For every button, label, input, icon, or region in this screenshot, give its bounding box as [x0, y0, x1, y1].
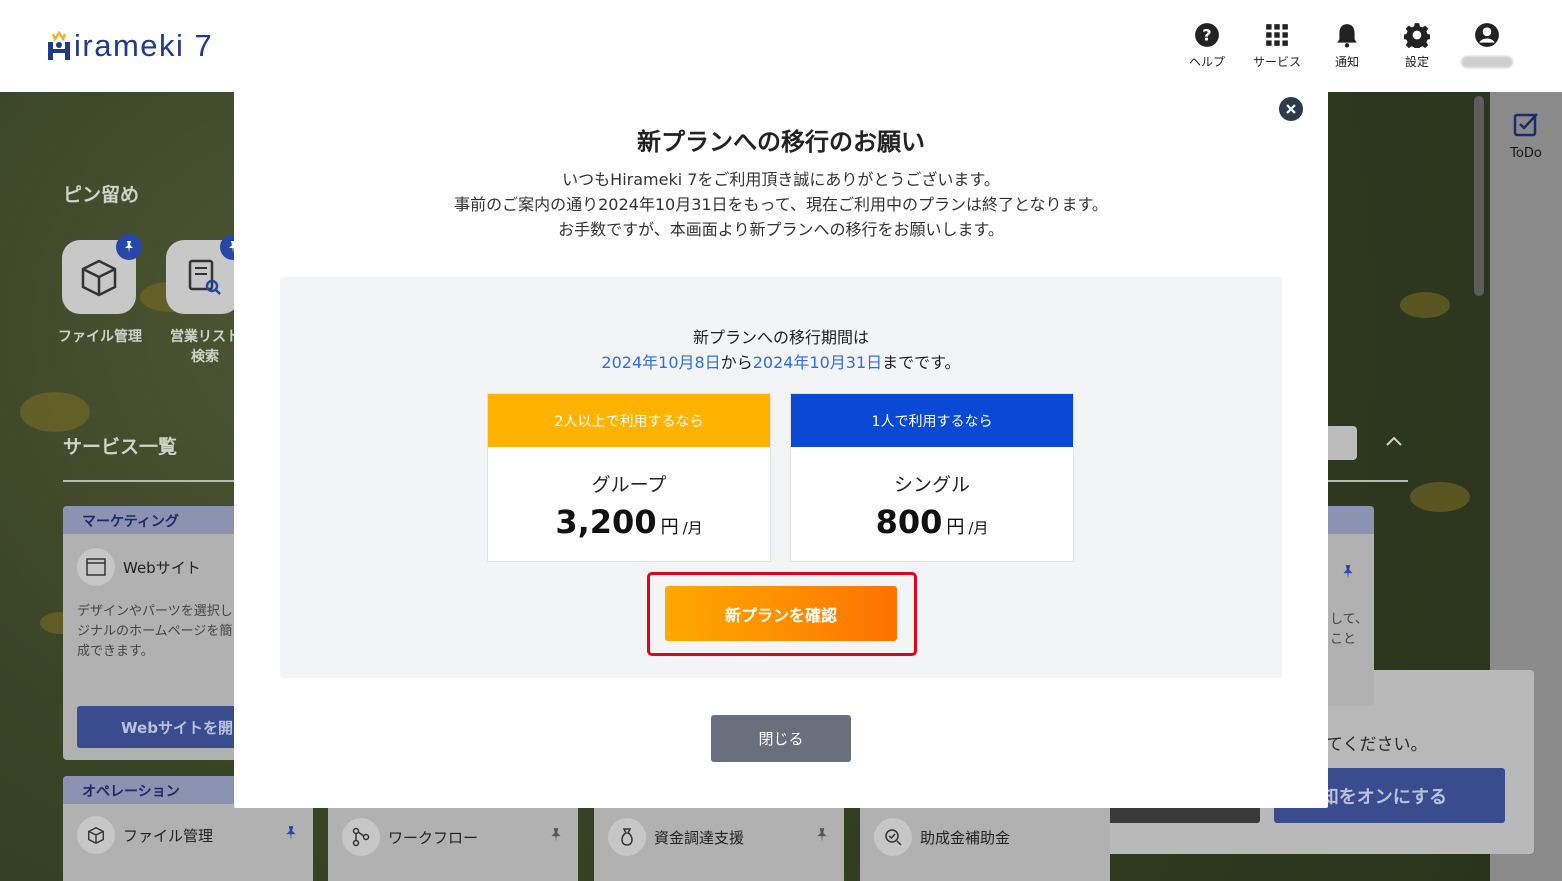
plan-header: 1人で利用するなら [791, 394, 1073, 447]
workflow-icon [342, 818, 380, 856]
app-logo[interactable]: irameki 7 [46, 26, 213, 66]
service-name: Webサイト [123, 558, 201, 577]
help-button[interactable]: ? ヘルプ [1172, 22, 1242, 70]
pin-icon[interactable] [1340, 564, 1356, 584]
pin-icon[interactable] [283, 825, 299, 845]
services-label: サービス [1252, 55, 1301, 69]
message-line: 事前のご案内の通り2024年10月31日をもって、現在ご利用中のプランは終了とな… [454, 195, 1108, 214]
period-end-date: 2024年10月31日 [752, 353, 883, 372]
money-bag-icon [608, 818, 646, 856]
service-workflow-card[interactable]: ワークフロー [328, 804, 578, 881]
service-name: 資金調達支援 [654, 828, 745, 847]
checkbox-icon [1513, 113, 1538, 137]
service-description: して、 こと [1330, 610, 1368, 650]
pin-icon[interactable] [116, 234, 142, 260]
gear-icon [1404, 23, 1430, 48]
logo-mark-icon [46, 30, 72, 61]
list-view-toggle[interactable] [1325, 426, 1357, 460]
search-check-icon [874, 818, 912, 856]
todo-label: ToDo [1510, 146, 1542, 161]
desc-line: して、 [1330, 612, 1368, 627]
help-label: ヘルプ [1188, 55, 1225, 69]
period-tail: までです。 [882, 353, 961, 372]
close-button[interactable]: 閉じる [711, 715, 851, 762]
pinned-section-title: ピン留め [63, 184, 140, 206]
price-value: 800 [875, 503, 943, 541]
browser-icon [77, 548, 115, 586]
bell-icon [1337, 24, 1357, 48]
pin-icon[interactable] [814, 827, 830, 847]
pin-icon[interactable] [548, 827, 564, 847]
period-range: 2024年10月8日から2024年10月31日までです。 [280, 350, 1282, 375]
period-heading: 新プランへの移行期間は [692, 328, 869, 347]
message-line: お手数ですが、本画面より新プランへの移行をお願いします。 [558, 220, 1004, 239]
desc-line: こと [1330, 632, 1357, 647]
services-section-title: サービス一覧 [63, 436, 178, 458]
service-funding-card[interactable]: 資金調達支援 [594, 804, 844, 881]
service-subsidy-card[interactable]: 助成金補助金 [860, 804, 1110, 881]
settings-label: 設定 [1404, 55, 1429, 69]
header-toolbar: ? ヘルプ サービス 通知 設定 [1172, 22, 1522, 70]
todo-button[interactable]: ToDo [1490, 110, 1562, 161]
price-period: /月 [682, 519, 703, 537]
settings-button[interactable]: 設定 [1382, 22, 1452, 70]
single-plan-card: 1人で利用するなら シングル 800 円/月 [790, 393, 1074, 562]
plan-price: 3,200 円/月 [488, 503, 770, 541]
logo-text: irameki 7 [74, 28, 214, 63]
pinned-sales-list-search[interactable] [166, 234, 246, 314]
period-from: から [720, 353, 753, 372]
migration-period: 新プランへの移行期間は 2024年10月8日から2024年10月31日までです。 [280, 325, 1282, 375]
service-name: ワークフロー [388, 828, 479, 847]
price-unit: 円 [946, 517, 965, 538]
plan-name: グループ [591, 474, 667, 496]
document-search-icon [188, 259, 221, 295]
price-unit: 円 [660, 517, 679, 538]
plan-name: シングル [893, 474, 970, 496]
message-line: いつもHirameki 7をご利用頂き誠にありがとうございます。 [562, 170, 1000, 189]
help-icon: ? [1195, 23, 1219, 47]
services-button[interactable]: サービス [1242, 22, 1312, 70]
account-button[interactable] [1452, 22, 1522, 70]
box-icon [81, 259, 117, 297]
group-plan-card: 2人以上で利用するなら グループ 3,200 円/月 [487, 393, 771, 562]
plan-panel: 新プランへの移行期間は 2024年10月8日から2024年10月31日までです。… [280, 277, 1282, 678]
close-icon [1286, 104, 1296, 114]
modal-close-button[interactable] [1279, 97, 1303, 121]
pinned-file-management[interactable] [62, 234, 142, 314]
confirm-new-plan-button[interactable]: 新プランを確認 [665, 586, 897, 641]
modal-title: 新プランへの移行のお願い [637, 128, 925, 156]
price-value: 3,200 [555, 503, 657, 541]
grid-icon [1266, 24, 1288, 46]
notifications-label: 通知 [1334, 55, 1359, 69]
box-icon [77, 816, 115, 854]
price-period: /月 [968, 519, 989, 537]
service-name: 助成金補助金 [920, 828, 1011, 847]
plan-price: 800 円/月 [791, 503, 1073, 541]
chevron-up-icon[interactable] [1385, 432, 1403, 451]
user-icon [1475, 23, 1499, 47]
modal-message: いつもHirameki 7をご利用頂き誠にありがとうございます。 事前のご案内の… [234, 167, 1328, 242]
service-name: ファイル管理 [123, 826, 214, 845]
service-file-management[interactable]: ファイル管理 [77, 816, 299, 854]
notifications-button[interactable]: 通知 [1312, 22, 1382, 70]
period-start-date: 2024年10月8日 [601, 353, 721, 372]
svg-text:?: ? [1202, 25, 1211, 44]
pinned-label: ファイル管理 [58, 329, 142, 345]
plan-migration-modal: 新プランへの移行のお願い いつもHirameki 7をご利用頂き誠にありがとうご… [234, 72, 1328, 808]
user-name-redacted [1461, 56, 1513, 68]
plan-header: 2人以上で利用するなら [488, 394, 770, 447]
